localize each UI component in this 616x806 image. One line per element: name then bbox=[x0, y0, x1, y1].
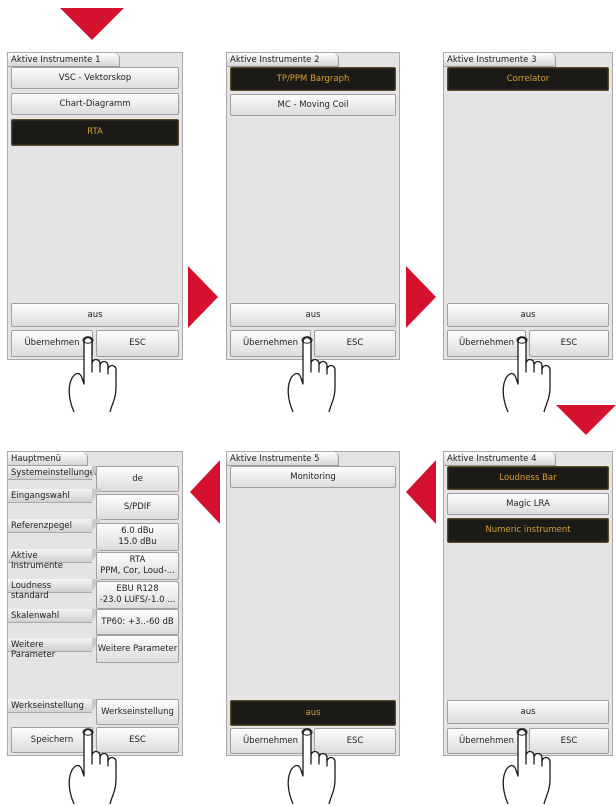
label-loudness-standard: Loudness standard bbox=[8, 579, 101, 601]
off-button[interactable]: aus bbox=[11, 303, 179, 327]
panel-title: Aktive Instrumente 4 bbox=[444, 452, 556, 466]
hand-pointer-icon bbox=[68, 336, 117, 413]
instrument-button-mc[interactable]: MC - Moving Coil bbox=[230, 94, 396, 116]
hand-pointer-icon bbox=[68, 728, 117, 805]
value-button-reference-level[interactable]: 6.0 dBu 15.0 dBu bbox=[96, 523, 179, 551]
arrow-left-icon bbox=[190, 460, 220, 524]
instrument-button-tp-ppm[interactable]: TP/PPM Bargraph bbox=[230, 67, 396, 91]
hand-pointer-icon bbox=[287, 728, 336, 805]
panel-active-instruments-3: Aktive Instrumente 3 Correlator aus Über… bbox=[443, 52, 613, 360]
value-button-active-instruments[interactable]: RTA PPM, Cor, Loud-... bbox=[96, 552, 179, 580]
hand-pointer-icon bbox=[502, 336, 551, 413]
panel-active-instruments-4: Aktive Instrumente 4 Loudness Bar Magic … bbox=[443, 451, 613, 756]
label-more-parameters: Weitere Parameter bbox=[8, 638, 101, 660]
label-factory-settings: Werkseinstellung bbox=[8, 699, 101, 713]
instrument-button-chart[interactable]: Chart-Diagramm bbox=[11, 93, 179, 115]
panel-title: Aktive Instrumente 2 bbox=[227, 53, 339, 67]
panel-title: Hauptmenü bbox=[8, 452, 88, 466]
value-button-system-settings[interactable]: de bbox=[96, 466, 179, 492]
panel-title: Aktive Instrumente 5 bbox=[227, 452, 339, 466]
instrument-button-monitoring[interactable]: Monitoring bbox=[230, 466, 396, 488]
hand-pointer-icon bbox=[502, 728, 551, 805]
arrow-right-icon bbox=[188, 266, 218, 328]
value-button-loudness-standard[interactable]: EBU R128 -23.0 LUFS/-1.0 ... bbox=[96, 581, 179, 609]
panel-active-instruments-1: Aktive Instrumente 1 VSC - Vektorskop Ch… bbox=[7, 52, 183, 360]
panel-title: Aktive Instrumente 1 bbox=[8, 53, 120, 67]
hand-pointer-icon bbox=[287, 336, 336, 413]
label-reference-level: Referenzpegel bbox=[8, 519, 101, 533]
instrument-button-loudness-bar[interactable]: Loudness Bar bbox=[447, 466, 609, 490]
instrument-button-vsc[interactable]: VSC - Vektorskop bbox=[11, 67, 179, 89]
instrument-button-rta[interactable]: RTA bbox=[11, 119, 179, 146]
label-input-select: Eingangswahl bbox=[8, 489, 101, 503]
value-button-scale-select[interactable]: TP60: +3..-60 dB bbox=[96, 609, 179, 635]
label-scale-select: Skalenwahl bbox=[8, 609, 101, 623]
arrow-down-icon bbox=[60, 8, 124, 40]
panel-main-menu: Hauptmenü Systemeinstellungen de Eingang… bbox=[7, 451, 183, 756]
label-system-settings: Systemeinstellungen bbox=[8, 466, 101, 480]
off-button[interactable]: aus bbox=[447, 303, 609, 327]
value-button-more-parameters[interactable]: Weitere Parameter bbox=[96, 635, 179, 663]
instrument-button-numeric[interactable]: Numeric instrument bbox=[447, 518, 609, 543]
arrow-left-icon bbox=[406, 460, 436, 524]
off-button[interactable]: aus bbox=[230, 303, 396, 327]
panel-active-instruments-5: Aktive Instrumente 5 Monitoring aus Über… bbox=[226, 451, 400, 756]
arrow-right-icon bbox=[406, 266, 436, 328]
value-button-input-select[interactable]: S/PDIF bbox=[96, 494, 179, 520]
panel-active-instruments-2: Aktive Instrumente 2 TP/PPM Bargraph MC … bbox=[226, 52, 400, 360]
label-active-instruments: Aktive Instrumente bbox=[8, 549, 101, 571]
panel-title: Aktive Instrumente 3 bbox=[444, 53, 556, 67]
instrument-button-magic-lra[interactable]: Magic LRA bbox=[447, 493, 609, 515]
instrument-button-correlator[interactable]: Correlator bbox=[447, 67, 609, 91]
